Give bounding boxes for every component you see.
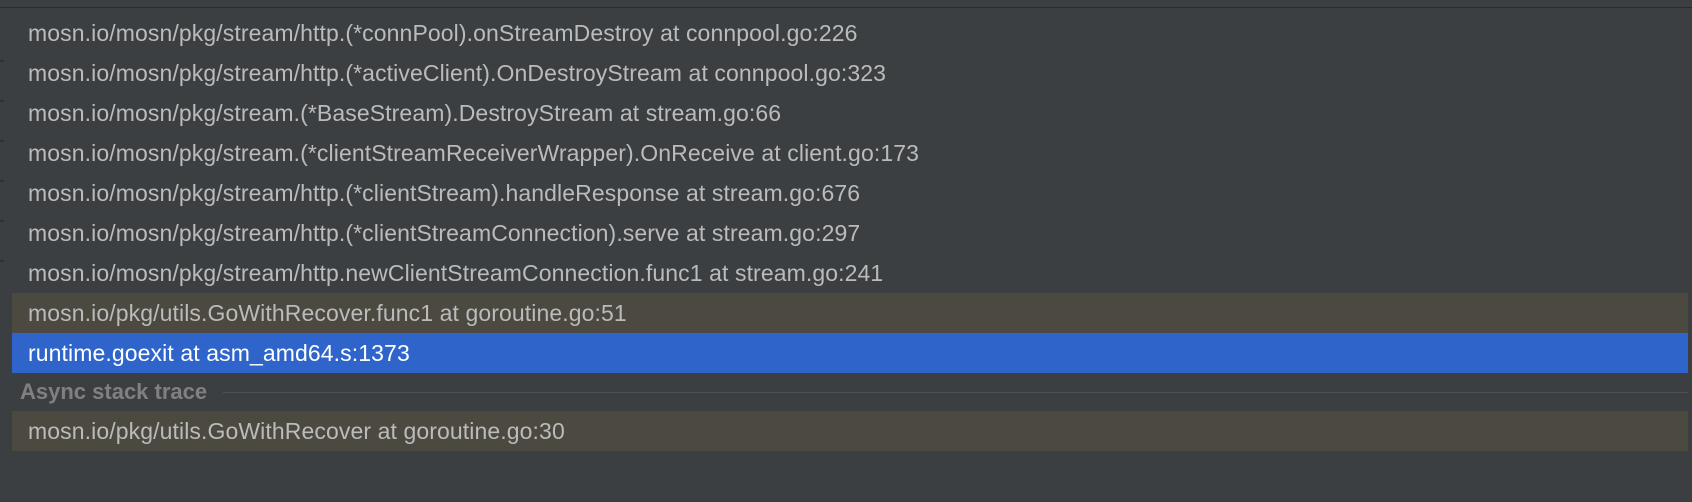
left-gutter: [0, 8, 12, 502]
gutter-tick: [0, 260, 4, 262]
debugger-frames-window: mosn.io/mosn/pkg/stream/http.(*connPool)…: [0, 0, 1692, 502]
async-stack-trace-separator: Async stack trace: [12, 373, 1688, 411]
gutter-tick: [0, 100, 4, 102]
stack-frame-row[interactable]: mosn.io/mosn/pkg/stream/http.(*clientStr…: [12, 173, 1688, 213]
stack-frame-row[interactable]: mosn.io/mosn/pkg/stream/http.(*clientStr…: [12, 213, 1688, 253]
async-stack-trace-label: Async stack trace: [20, 379, 208, 404]
stack-frame-row[interactable]: mosn.io/mosn/pkg/stream.(*BaseStream).De…: [12, 93, 1688, 133]
async-stack-frame-row[interactable]: mosn.io/pkg/utils.GoWithRecover at gorou…: [12, 411, 1688, 451]
stack-frame-row[interactable]: mosn.io/mosn/pkg/stream/http.(*connPool)…: [12, 13, 1688, 53]
gutter-tick: [0, 220, 4, 222]
stack-frame-row[interactable]: mosn.io/mosn/pkg/stream.(*clientStreamRe…: [12, 133, 1688, 173]
gutter-tick: [0, 60, 4, 62]
stack-frame-row-selected[interactable]: runtime.goexit at asm_amd64.s:1373: [12, 333, 1688, 373]
stack-frames-list: mosn.io/mosn/pkg/stream/http.(*connPool)…: [12, 13, 1688, 451]
stack-frame-row[interactable]: mosn.io/mosn/pkg/stream/http.newClientSt…: [12, 253, 1688, 293]
gutter-tick: [0, 180, 4, 182]
stack-frame-row[interactable]: mosn.io/mosn/pkg/stream/http.(*activeCli…: [12, 53, 1688, 93]
panel-top-border: [0, 0, 1692, 8]
gutter-tick: [0, 140, 4, 142]
separator-line: [223, 391, 1688, 393]
stack-frame-row-library[interactable]: mosn.io/pkg/utils.GoWithRecover.func1 at…: [12, 293, 1688, 333]
